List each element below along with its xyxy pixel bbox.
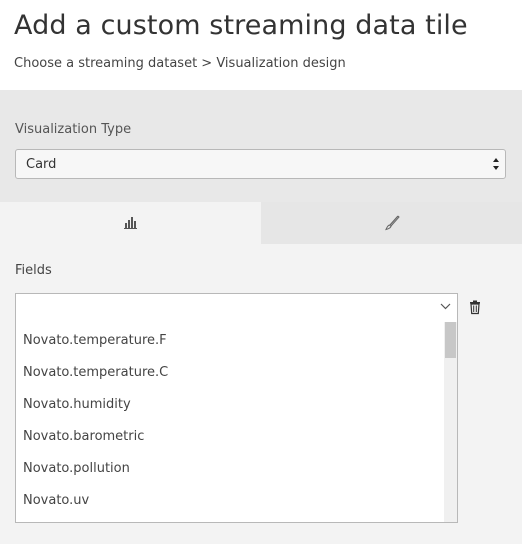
select-arrows-icon [493,158,499,170]
visualization-type-select[interactable]: Card [15,149,506,179]
dropdown-scrollbar[interactable] [444,322,457,522]
page-title: Add a custom streaming data tile [14,10,468,41]
scrollbar-thumb[interactable] [445,322,456,358]
visualization-type-label: Visualization Type [15,122,132,137]
fields-label: Fields [15,263,52,278]
field-options-dropdown: Novato.temperature.F Novato.temperature.… [15,322,458,523]
design-tabs [0,202,522,244]
visualization-type-value: Card [26,157,57,172]
trash-icon[interactable] [469,300,481,315]
visualization-type-section [0,90,522,202]
paintbrush-icon [384,215,400,231]
dialog-header: Add a custom streaming data tile Choose … [0,0,522,90]
tab-format[interactable] [261,202,522,244]
bar-chart-icon [123,217,137,229]
breadcrumb: Choose a streaming dataset > Visualizati… [14,56,346,71]
tab-visual-fields[interactable] [0,202,261,244]
field-option-uv[interactable]: Novato.uv [23,493,89,508]
field-option-temperature-c[interactable]: Novato.temperature.C [23,365,168,380]
field-option-temperature-f[interactable]: Novato.temperature.F [23,333,167,348]
field-option-barometric[interactable]: Novato.barometric [23,429,144,444]
field-select[interactable] [15,293,458,323]
field-option-pollution[interactable]: Novato.pollution [23,461,130,476]
field-option-humidity[interactable]: Novato.humidity [23,397,131,412]
chevron-down-icon [440,303,451,310]
